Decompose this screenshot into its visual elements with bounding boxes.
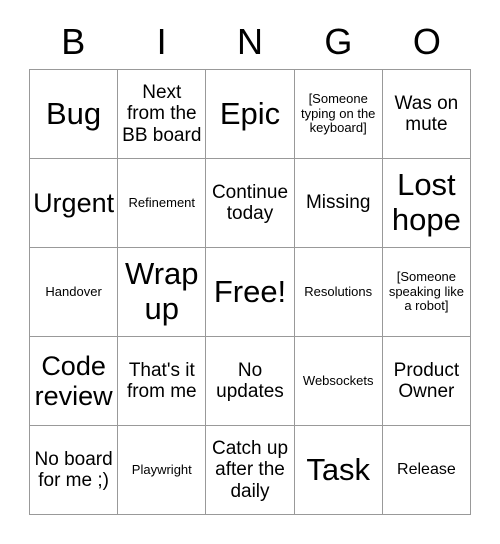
bingo-cell[interactable]: [Someone typing on the keyboard] [294, 70, 383, 159]
bingo-cell-label: Continue today [211, 181, 289, 224]
bingo-cell[interactable]: Resolutions [294, 248, 383, 337]
bingo-cell-label: Next from the BB board [122, 82, 202, 146]
bingo-header-letter-i: I [156, 21, 167, 62]
bingo-card: B I N G O Bug Next from the BB board Epi… [0, 0, 500, 544]
bingo-cell-label: That's it from me [126, 359, 197, 402]
bingo-header-row: B I N G O [29, 16, 471, 68]
bingo-cell-label: [Someone typing on the keyboard] [300, 91, 376, 136]
bingo-cell-label: Product Owner [393, 359, 460, 402]
bingo-cell-label: Handover [45, 283, 102, 299]
bingo-cell[interactable]: Code review [30, 337, 119, 426]
bingo-header-letter-o: O [412, 21, 441, 62]
bingo-cell-label: Lost hope [391, 167, 461, 237]
bingo-cell[interactable]: Handover [30, 248, 119, 337]
bingo-cell-label: Release [397, 461, 456, 479]
bingo-cell[interactable]: Websockets [294, 337, 383, 426]
bingo-cell-label: Bug [46, 95, 102, 131]
bingo-cell-label: Free! [213, 273, 287, 309]
bingo-cell[interactable]: Urgent [30, 159, 119, 248]
bingo-cell[interactable]: [Someone speaking like a robot] [382, 248, 471, 337]
bingo-cell[interactable]: Release [382, 426, 471, 515]
bingo-cell[interactable]: Continue today [206, 159, 295, 248]
bingo-cell[interactable]: Product Owner [382, 337, 471, 426]
bingo-cell-free[interactable]: Free! [206, 248, 295, 337]
bingo-cell[interactable]: Was on mute [382, 70, 471, 159]
bingo-cell[interactable]: Wrap up [118, 248, 207, 337]
bingo-header-letter-b: B [61, 21, 86, 62]
bingo-cell-label: No updates [216, 359, 284, 402]
bingo-cell-label: Was on mute [394, 92, 459, 135]
bingo-cell-label: Missing [305, 192, 371, 214]
bingo-cell[interactable]: Epic [206, 70, 295, 159]
bingo-cell[interactable]: Bug [30, 70, 119, 159]
bingo-cell-label: Urgent [33, 187, 115, 218]
bingo-cell[interactable]: No board for me ;) [30, 426, 119, 515]
bingo-cell[interactable]: No updates [206, 337, 295, 426]
bingo-grid: Bug Next from the BB board Epic [Someone… [29, 69, 471, 515]
bingo-cell-label: Refinement [128, 194, 196, 210]
bingo-cell-label: Websockets [302, 372, 374, 388]
bingo-cell[interactable]: That's it from me [118, 337, 207, 426]
bingo-cell-label: Catch up after the daily [211, 438, 289, 502]
bingo-cell[interactable]: Refinement [118, 159, 207, 248]
bingo-cell-label: [Someone speaking like a robot] [388, 269, 464, 314]
bingo-cell[interactable]: Playwright [118, 426, 207, 515]
bingo-header-letter-g: G [324, 21, 353, 62]
bingo-header-letter-n: N [237, 21, 264, 62]
bingo-cell-label: Epic [219, 95, 281, 131]
bingo-cell[interactable]: Lost hope [382, 159, 471, 248]
bingo-cell-label: Wrap up [125, 256, 199, 326]
bingo-cell[interactable]: Next from the BB board [118, 70, 207, 159]
bingo-cell-label: Task [306, 451, 371, 487]
bingo-cell[interactable]: Task [294, 426, 383, 515]
bingo-cell[interactable]: Catch up after the daily [206, 426, 295, 515]
bingo-cell-label: Playwright [131, 461, 192, 477]
bingo-cell-label: No board for me ;) [34, 448, 113, 491]
bingo-cell-label: Resolutions [304, 283, 373, 299]
bingo-cell-label: Code review [34, 350, 113, 411]
bingo-cell[interactable]: Missing [294, 159, 383, 248]
